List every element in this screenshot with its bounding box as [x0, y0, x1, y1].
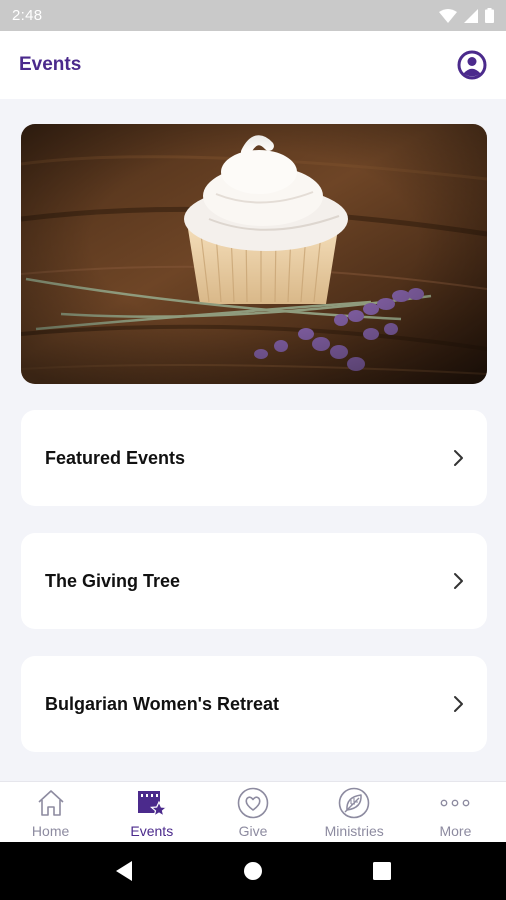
chevron-right-icon [451, 694, 465, 714]
cupcake-lavender-illustration [21, 124, 487, 384]
event-card-label: Featured Events [45, 447, 186, 468]
profile-button[interactable] [457, 50, 487, 80]
chevron-right-icon [451, 571, 465, 591]
nav-label-events: Events [130, 823, 174, 839]
wifi-icon [439, 8, 457, 23]
app-header: Events [0, 31, 506, 99]
nav-item-home[interactable]: Home [0, 782, 101, 842]
nav-item-give[interactable]: Give [202, 782, 303, 842]
heart-circle-icon [237, 787, 269, 819]
event-card-bulgarian-womens-retreat[interactable]: Bulgarian Women's Retreat [21, 656, 487, 752]
hero-image [21, 124, 487, 384]
user-profile-icon [457, 50, 487, 80]
nav-item-more[interactable]: More [405, 782, 506, 842]
signal-icon [464, 8, 478, 23]
event-card-featured-events[interactable]: Featured Events [21, 410, 487, 506]
event-card-the-giving-tree[interactable]: The Giving Tree [21, 533, 487, 629]
event-card-label: The Giving Tree [45, 570, 181, 591]
event-card-label: Bulgarian Women's Retreat [45, 693, 279, 714]
chevron-right-icon [451, 448, 465, 468]
nav-label-ministries: Ministries [324, 823, 384, 839]
status-time: 2:48 [12, 7, 43, 24]
leaf-icon [338, 787, 370, 819]
nav-label-home: Home [31, 823, 70, 839]
nav-label-more: More [439, 823, 472, 839]
nav-item-ministries[interactable]: Ministries [304, 782, 405, 842]
nav-item-events[interactable]: Events [101, 782, 202, 842]
home-icon [35, 787, 67, 819]
status-bar: 2:48 [0, 0, 506, 31]
page-title: Events [19, 54, 82, 75]
home-button-icon[interactable] [238, 856, 268, 886]
recents-icon[interactable] [367, 856, 397, 886]
more-dots-icon [439, 787, 471, 819]
nav-label-give: Give [238, 823, 268, 839]
status-icons [439, 8, 494, 23]
battery-icon [485, 8, 494, 23]
events-content[interactable]: Featured Events The Giving Tree Bulgaria… [0, 99, 506, 781]
bottom-nav: Home Events Give Ministries More [0, 781, 506, 842]
system-nav-bar [0, 842, 506, 900]
calendar-star-icon [136, 787, 168, 819]
back-icon[interactable] [109, 856, 139, 886]
